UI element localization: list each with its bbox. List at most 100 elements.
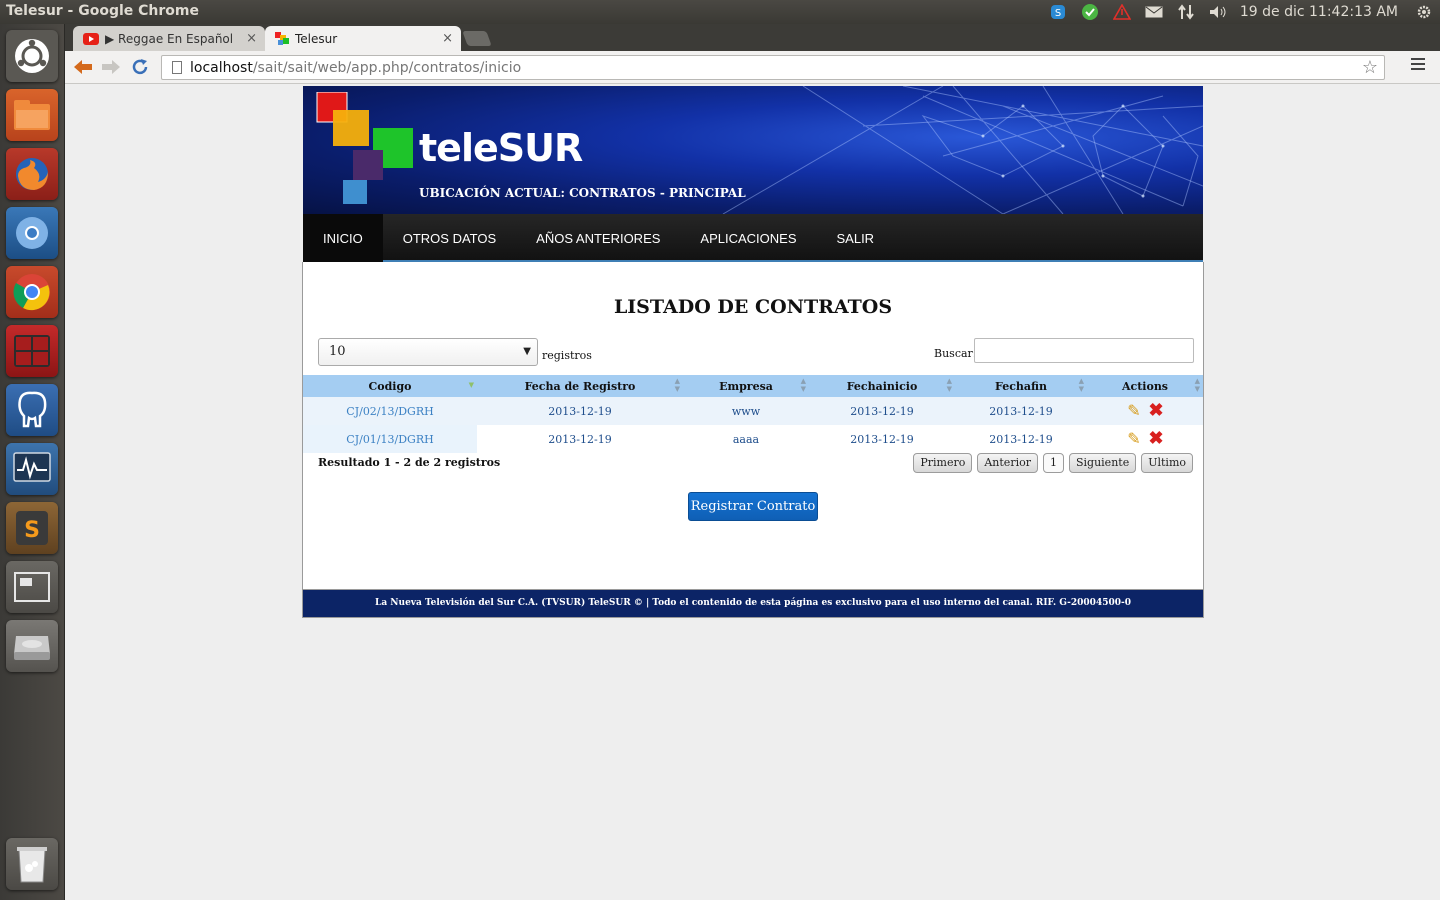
browser-toolbar: localhost/sait/sait/web/app.php/contrato… [65,51,1440,84]
column-header-fecha-registro[interactable]: Fecha de Registro ▲ ▼ [477,375,683,397]
chromium-icon[interactable] [6,207,58,259]
terminal-icon[interactable] [6,325,58,377]
svg-text:S: S [1055,8,1061,19]
cell-fechafin: 2013-12-19 [955,397,1087,425]
cell-fechainicio: 2013-12-19 [809,397,955,425]
sort-both-icon: ▲ ▼ [1194,376,1200,393]
column-header-codigo[interactable]: Codigo ▼ [303,375,477,397]
sort-desc-icon: ▼ [468,380,474,389]
files-icon[interactable] [6,89,58,141]
workspace-switcher-icon[interactable] [6,561,58,613]
sublime-text-icon[interactable]: S [6,502,58,554]
chrome-icon[interactable] [6,266,58,318]
page-length-select[interactable]: 10 ▼ [318,338,538,366]
cell-fecha-registro: 2013-12-19 [477,425,683,453]
nav-item-anos-anteriores[interactable]: AÑOS ANTERIORES [516,214,680,262]
search-input[interactable] [974,338,1194,363]
cell-fechainicio: 2013-12-19 [809,425,955,453]
browser-window: ▶ Reggae En Español Ron × Telesur × loca… [65,24,1440,900]
pager-first-button[interactable]: Primero [913,453,973,473]
cell-codigo-link[interactable]: CJ/01/13/DGRH [303,425,477,453]
back-button[interactable] [71,56,95,78]
nav-item-aplicaciones[interactable]: APLICACIONES [680,214,816,262]
register-contract-button[interactable]: Registrar Contrato [688,492,818,521]
os-top-panel: Telesur - Google Chrome S 19 de dic 11:4… [0,0,1440,24]
update-ok-icon[interactable] [1074,0,1106,24]
pager-previous-button[interactable]: Anterior [977,453,1038,473]
nav-item-salir[interactable]: SALIR [817,214,895,262]
column-header-fechafin[interactable]: Fechafin ▲ ▼ [955,375,1087,397]
tab-label: Telesur [295,32,338,46]
search-label: Buscar: [934,347,977,360]
tab-close-button[interactable]: × [246,31,257,46]
nav-item-inicio[interactable]: INICIO [303,214,383,262]
column-label: Actions [1121,379,1169,393]
bookmark-star-icon[interactable]: ☆ [1362,57,1378,78]
cell-actions: ✎ ✖ [1087,397,1203,425]
column-header-fechainicio[interactable]: Fechainicio ▲ ▼ [809,375,955,397]
pager-next-button[interactable]: Siguiente [1068,453,1137,473]
url-host: localhost [190,59,253,76]
delete-x-icon[interactable]: ✖ [1147,402,1165,420]
cell-fecha-registro: 2013-12-19 [477,397,683,425]
current-location: UBICACIÓN ACTUAL: CONTRATOS - PRINCIPAL [419,186,746,200]
sort-both-icon: ▲ ▼ [1078,376,1084,393]
telesur-favicon [275,32,289,45]
nav-item-otros-datos[interactable]: OTROS DATOS [383,214,516,262]
page-length-label: registros [542,349,592,362]
main-nav: INICIO OTROS DATOS AÑOS ANTERIORES APLIC… [303,214,1203,262]
ubuntu-dash-icon[interactable] [6,30,58,82]
edit-pencil-icon[interactable]: ✎ [1125,430,1143,448]
tab-label: ▶ Reggae En Español Ron [105,32,235,46]
column-label: Codigo [368,379,412,393]
pager-page-button[interactable]: 1 [1042,453,1064,473]
table-row: CJ/02/13/DGRH 2013-12-19 www 2013-12-19 … [303,397,1203,425]
forward-arrow-icon [102,60,120,74]
column-label: Fechafin [994,379,1048,393]
youtube-icon [83,33,99,45]
indicator-area: S 19 de dic 11:42:13 AM [1042,0,1440,24]
firefox-icon[interactable] [6,148,58,200]
page-footer: La Nueva Televisión del Sur C.A. (TVSUR)… [302,590,1204,618]
page-icon [172,61,182,74]
alert-icon[interactable] [1106,0,1138,24]
mail-icon[interactable] [1138,0,1170,24]
page-viewport: teleSUR UBICACIÓN ACTUAL: CONTRATOS - PR… [65,85,1440,900]
edit-pencil-icon[interactable]: ✎ [1125,402,1143,420]
tab-youtube[interactable]: ▶ Reggae En Español Ron × [73,26,265,52]
clock[interactable]: 19 de dic 11:42:13 AM [1234,4,1408,20]
tab-close-button[interactable]: × [442,31,453,46]
pager-last-button[interactable]: Ultimo [1141,453,1193,473]
system-monitor-icon[interactable] [6,443,58,495]
column-header-empresa[interactable]: Empresa ▲ ▼ [683,375,809,397]
address-bar[interactable]: localhost/sait/sait/web/app.php/contrato… [161,55,1385,80]
cell-actions: ✎ ✖ [1087,425,1203,453]
unity-launcher: S [0,24,65,900]
page-container: teleSUR UBICACIÓN ACTUAL: CONTRATOS - PR… [302,86,1204,618]
result-info: Resultado 1 - 2 de 2 registros [318,456,501,469]
window-title: Telesur - Google Chrome [6,3,200,19]
network-icon[interactable] [1170,0,1202,24]
tab-telesur[interactable]: Telesur × [265,26,461,52]
column-label: Empresa [719,379,773,393]
cell-codigo-link[interactable]: CJ/02/13/DGRH [303,397,477,425]
header-banner: teleSUR UBICACIÓN ACTUAL: CONTRATOS - PR… [303,86,1203,214]
content-panel: LISTADO DE CONTRATOS 10 ▼ registros Busc… [302,262,1204,590]
settings-gear-icon[interactable] [1408,0,1440,24]
url-path: /sait/sait/web/app.php/contratos/inicio [252,59,522,76]
tab-strip: ▶ Reggae En Español Ron × Telesur × [65,24,1440,52]
volume-icon[interactable] [1202,0,1234,24]
contracts-table: Codigo ▼ Fecha de Registro ▲ ▼ Empresa ▲ ▼ Fe… [303,375,1203,453]
page-title: LISTADO DE CONTRATOS [613,296,893,318]
postgres-elephant-icon[interactable] [6,384,58,436]
skype-icon[interactable]: S [1042,0,1074,24]
reload-button[interactable] [128,56,152,78]
disk-drive-icon[interactable] [6,620,58,672]
new-tab-button[interactable] [462,31,492,46]
forward-button[interactable] [99,56,123,78]
trash-icon[interactable] [6,838,58,890]
column-header-actions[interactable]: Actions ▲ ▼ [1087,375,1203,397]
delete-x-icon[interactable]: ✖ [1147,430,1165,448]
chevron-down-icon: ▼ [523,346,531,357]
chrome-menu-button[interactable] [1411,58,1425,73]
